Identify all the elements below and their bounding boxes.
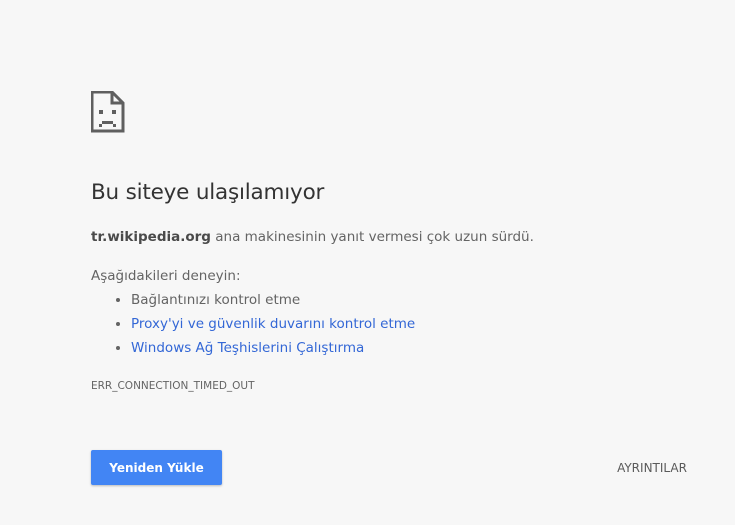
suggestion-label: Bağlantınızı kontrol etme	[131, 292, 301, 308]
suggestion-check-connection: Bağlantınızı kontrol etme	[131, 290, 415, 314]
error-summary: tr.wikipedia.org ana makinesinin yanıt v…	[91, 229, 534, 245]
suggestions-heading: Aşağıdakileri deneyin:	[91, 268, 241, 284]
error-summary-text: ana makinesinin yanıt vermesi çok uzun s…	[210, 229, 534, 245]
error-page: Bu siteye ulaşılamıyor tr.wikipedia.org …	[0, 0, 735, 525]
suggestion-check-proxy[interactable]: Proxy'yi ve güvenlik duvarını kontrol et…	[131, 314, 415, 338]
suggestion-link-proxy[interactable]: Proxy'yi ve güvenlik duvarını kontrol et…	[131, 316, 415, 332]
suggestions-list: Bağlantınızı kontrol etme Proxy'yi ve gü…	[91, 290, 415, 362]
error-host: tr.wikipedia.org	[91, 229, 211, 245]
reload-button[interactable]: Yeniden Yükle	[91, 450, 222, 485]
error-code: ERR_CONNECTION_TIMED_OUT	[91, 380, 255, 392]
details-button[interactable]: AYRINTILAR	[598, 452, 706, 483]
suggestion-run-diagnostics[interactable]: Windows Ağ Teşhislerini Çalıştırma	[131, 338, 415, 362]
error-title: Bu siteye ulaşılamıyor	[91, 180, 325, 205]
sad-page-icon	[91, 91, 125, 133]
suggestion-link-diagnostics[interactable]: Windows Ağ Teşhislerini Çalıştırma	[131, 340, 364, 356]
